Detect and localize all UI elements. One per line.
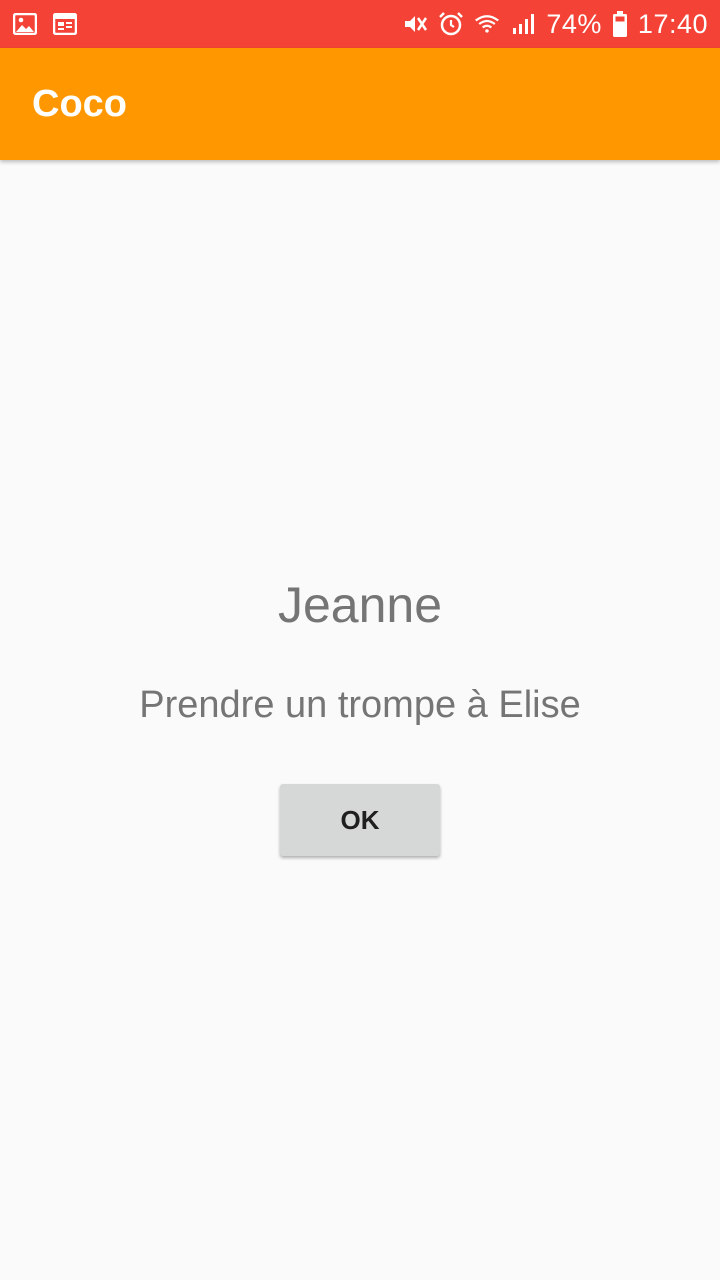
person-name: Jeanne (277, 577, 443, 633)
mute-vibrate-icon (402, 11, 428, 37)
wifi-icon (474, 11, 500, 37)
alarm-icon (438, 11, 464, 37)
status-bar-system: 74% 17:40 (402, 9, 708, 40)
battery-icon (612, 11, 628, 37)
image-notification-icon (12, 11, 38, 37)
screen: 74% 17:40 Coco Jeanne Prendre un trompe … (0, 0, 720, 1280)
calendar-notification-icon (52, 11, 78, 37)
task-message: Prendre un trompe à Elise (139, 684, 581, 726)
status-bar: 74% 17:40 (0, 0, 720, 48)
status-bar-notifications (12, 11, 78, 37)
ok-button[interactable]: OK (280, 784, 440, 856)
battery-percent: 74% (546, 8, 602, 39)
app-bar: Coco (0, 48, 720, 160)
app-title: Coco (32, 82, 127, 125)
signal-icon (510, 11, 536, 37)
main-content: Jeanne Prendre un trompe à Elise OK (0, 160, 720, 1280)
status-time: 17:40 (637, 8, 708, 39)
